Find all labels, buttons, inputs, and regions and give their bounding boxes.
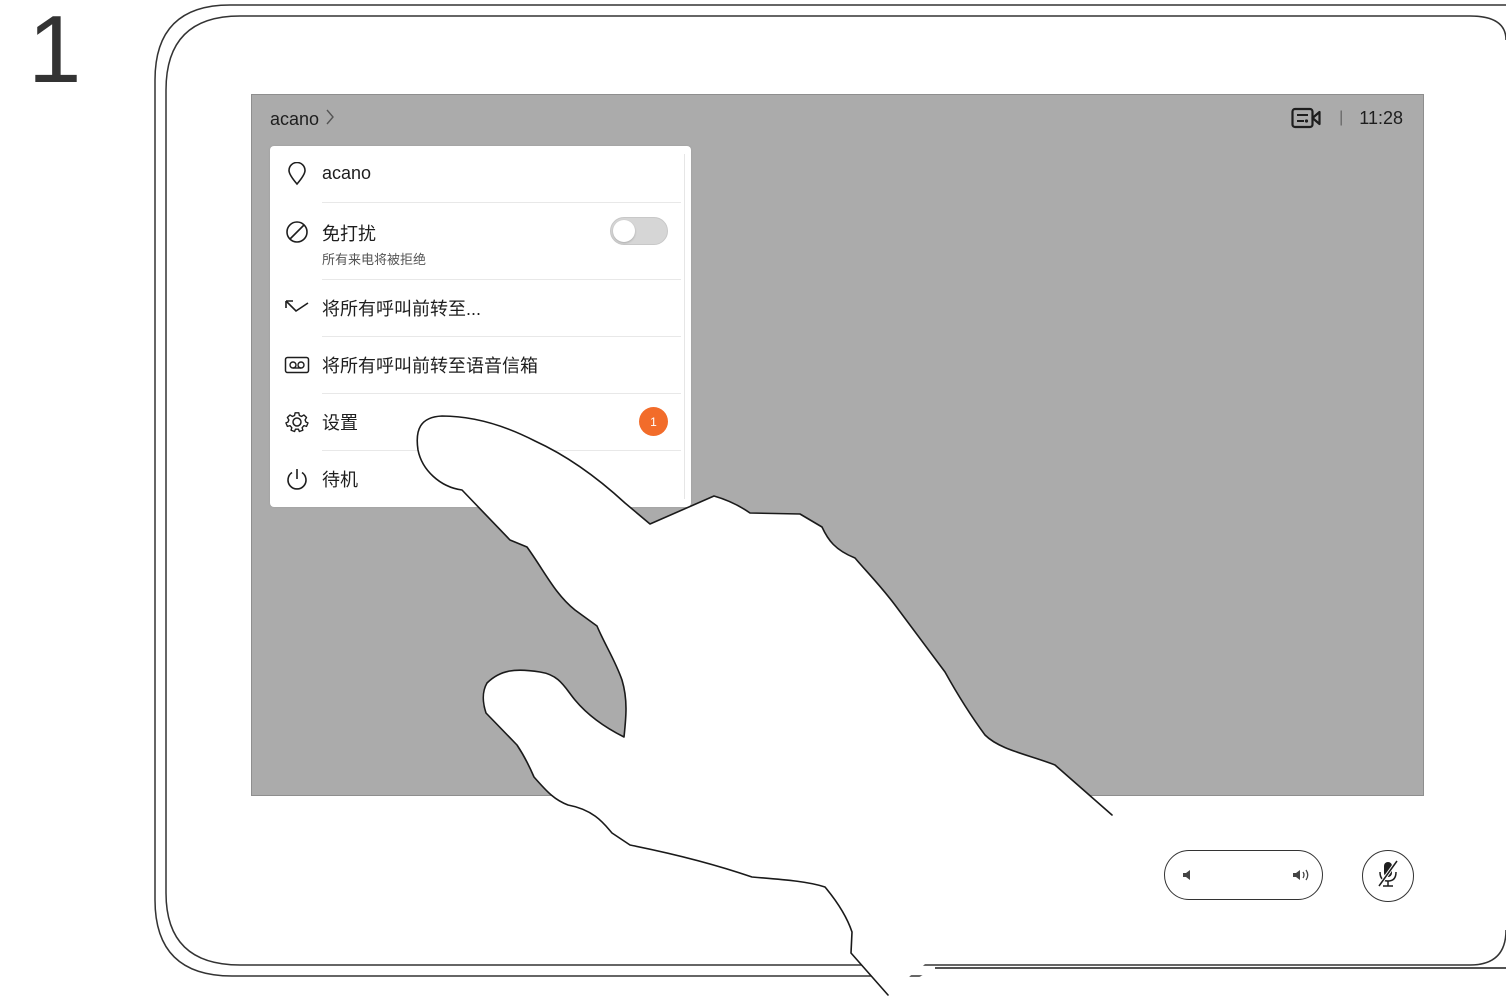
volume-down-icon[interactable] <box>1179 865 1199 885</box>
do-not-disturb-icon <box>284 219 310 245</box>
menu-item-label: 将所有呼叫前转至语音信箱 <box>322 356 538 376</box>
device-menu: acano 免打扰 所有来电将被拒绝 将所有呼叫前转至... 将所有呼叫前转至语… <box>270 146 691 507</box>
illustration-stage: 1 acano | 11:28 acano 免打扰 所有来电将被拒绝 将所有呼叫… <box>0 0 1506 1000</box>
menu-item-voicemail-forward[interactable]: 将所有呼叫前转至语音信箱 <box>270 337 691 393</box>
menu-item-settings[interactable]: 设置 1 <box>270 394 691 450</box>
chevron-right-icon <box>325 108 335 131</box>
menu-item-do-not-disturb[interactable]: 免打扰 所有来电将被拒绝 <box>270 203 691 279</box>
toggle-knob <box>613 220 635 242</box>
voicemail-icon <box>284 352 310 378</box>
menu-item-location[interactable]: acano <box>270 156 691 192</box>
microphone-mute-button[interactable] <box>1362 850 1414 902</box>
power-icon <box>284 466 310 492</box>
notification-badge: 1 <box>639 407 668 436</box>
menu-item-label: 设置 <box>322 413 358 433</box>
call-forward-icon <box>284 295 310 321</box>
do-not-disturb-toggle[interactable] <box>610 217 668 245</box>
menu-item-label: 待机 <box>322 470 358 490</box>
status-separator: | <box>1339 109 1344 126</box>
volume-up-icon[interactable] <box>1291 865 1311 885</box>
breadcrumb[interactable]: acano <box>270 108 335 131</box>
gear-icon <box>284 409 310 435</box>
menu-item-sublabel: 所有来电将被拒绝 <box>322 252 427 267</box>
video-camera-icon[interactable] <box>1291 107 1321 129</box>
breadcrumb-label: acano <box>270 109 320 129</box>
clock: 11:28 <box>1359 107 1403 128</box>
status-bar: | 11:28 <box>1291 107 1403 129</box>
microphone-muted-icon <box>1375 859 1401 894</box>
menu-item-standby[interactable]: 待机 <box>270 451 691 507</box>
menu-item-call-forward[interactable]: 将所有呼叫前转至... <box>270 280 691 336</box>
location-pin-icon <box>284 161 310 187</box>
menu-item-label: acano <box>322 163 372 183</box>
touch-screen: acano | 11:28 acano 免打扰 所有来电将被拒绝 将所有呼叫前转… <box>251 94 1424 796</box>
menu-item-label: 将所有呼叫前转至... <box>322 299 482 319</box>
menu-item-label: 免打扰 <box>322 224 376 244</box>
volume-control <box>1164 850 1323 900</box>
